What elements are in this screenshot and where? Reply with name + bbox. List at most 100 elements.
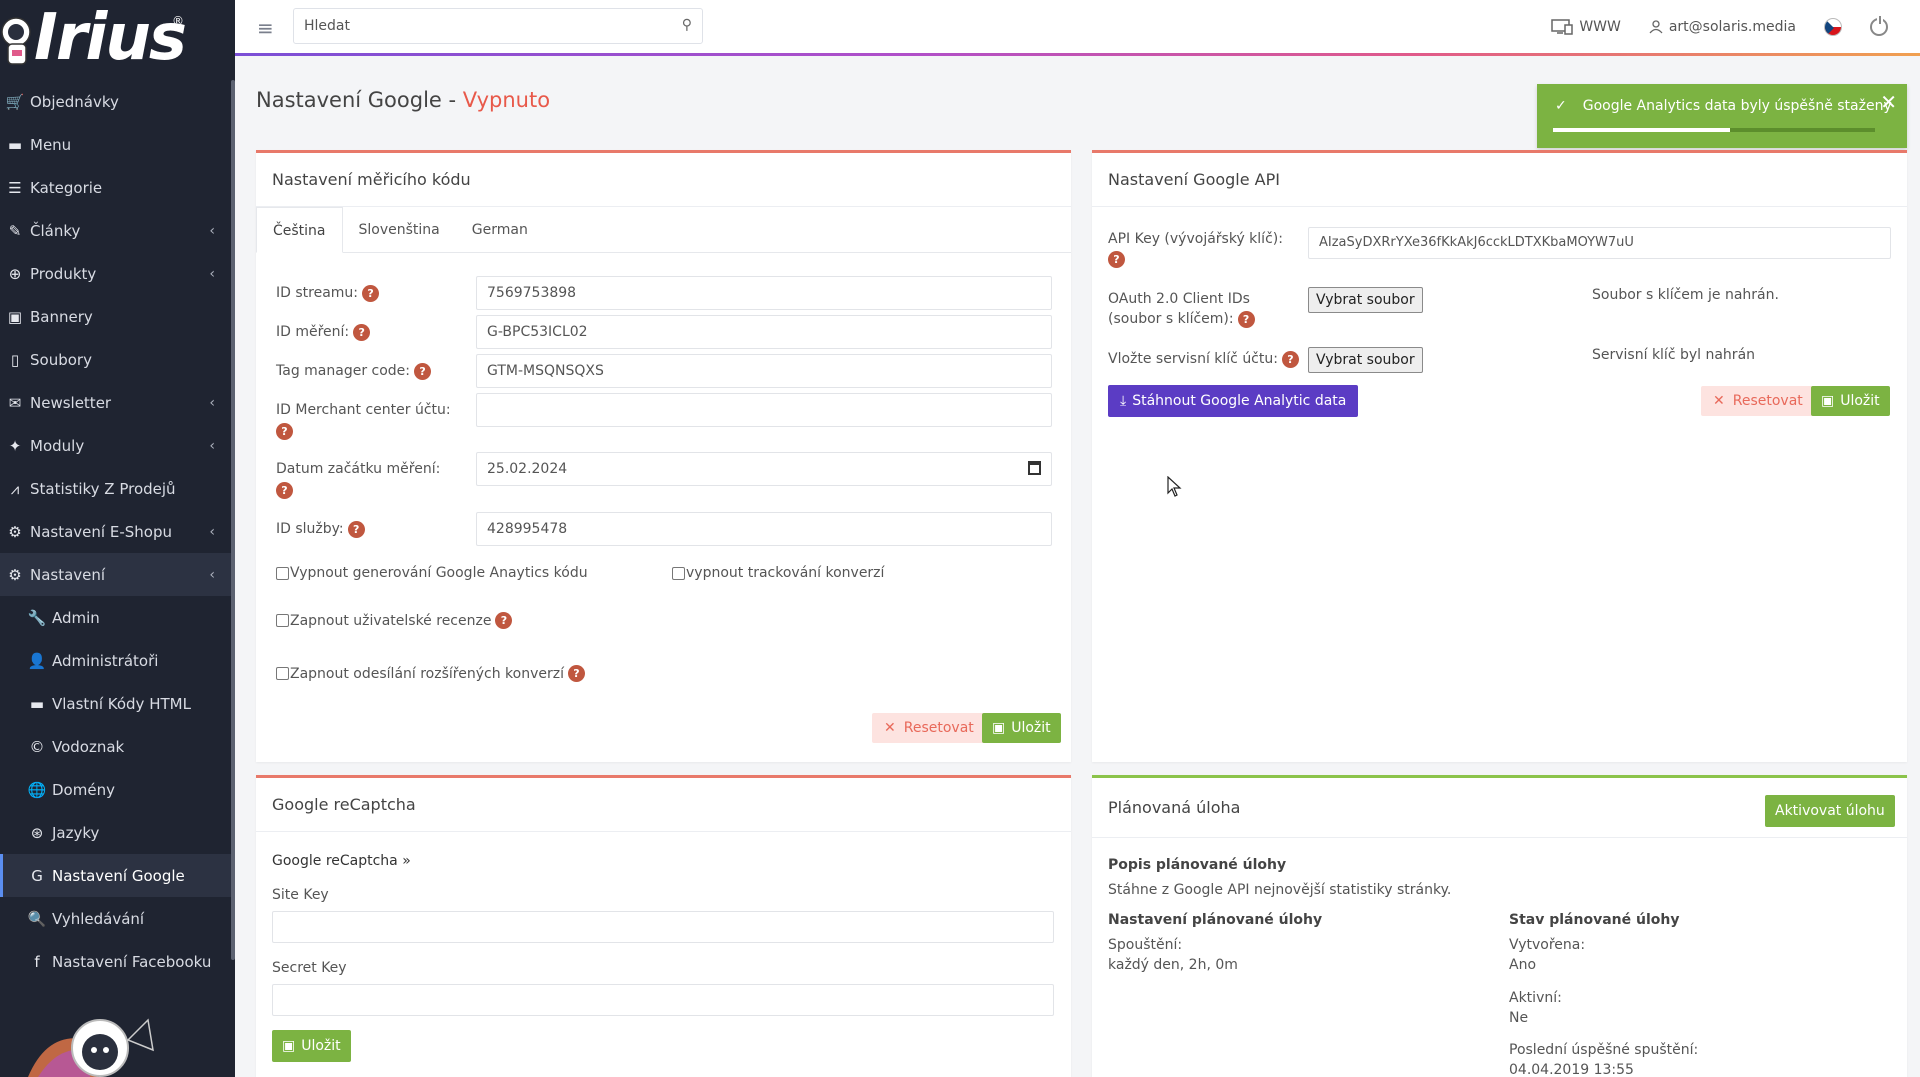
help-icon[interactable]: ? [414, 362, 432, 380]
sidebar-subitem-vyhled-v-n-[interactable]: 🔍 Vyhledávání [0, 897, 235, 940]
merchant-label: ID Merchant center účtu: [276, 402, 451, 418]
reset-button[interactable]: ✕ Resetovat [872, 713, 986, 743]
site-key-input[interactable] [272, 911, 1054, 943]
user-link[interactable]: art@solaris.media [1649, 19, 1796, 35]
help-icon[interactable]: ? [1281, 350, 1299, 368]
power-icon[interactable] [1870, 16, 1888, 36]
sidebar-item--l-nky[interactable]: ✎ Články ‹ [0, 209, 235, 252]
sidebar-subitem-label: Jazyky [52, 823, 100, 842]
sidebar-item-label: Menu [30, 135, 72, 154]
sidebar-scrollbar[interactable] [231, 80, 235, 960]
sidebar-subitem-nastaven-google[interactable]: G Nastavení Google [0, 854, 235, 897]
sidebar-subitem-administr-to-i[interactable]: 👤 Administrátoři [0, 639, 235, 682]
enable-ext-conv-checkbox[interactable] [276, 667, 289, 680]
tab-cestina[interactable]: Čeština [256, 207, 343, 253]
task-desc-text: Stáhne z Google API nejnovější statistik… [1108, 882, 1452, 898]
sidebar-item-statistiky-z-prodej-[interactable]: ⩘ Statistiky Z Prodejů [0, 467, 235, 510]
help-icon[interactable]: ? [1237, 310, 1255, 328]
calendar-icon[interactable] [1028, 461, 1041, 475]
sidebar-item-menu[interactable]: ▬ Menu [0, 123, 235, 166]
merchant-input[interactable] [476, 393, 1052, 427]
download-analytics-button[interactable]: ⤓ Stáhnout Google Analytic data [1108, 385, 1359, 417]
sidebar-subitem-admin[interactable]: 🔧 Admin [0, 596, 235, 639]
wrench-icon: 🔧 [27, 608, 47, 627]
help-icon[interactable]: ? [362, 284, 380, 302]
start-date-input[interactable]: 25.02.2024 [476, 452, 1052, 486]
sidebar-item-produkty[interactable]: ⊕ Produkty ‹ [0, 252, 235, 295]
save-icon: ▣ [1821, 393, 1835, 409]
sidebar-subitem-vodoznak[interactable]: © Vodoznak [0, 725, 235, 768]
api-save-button[interactable]: ▣ Uložit [1811, 386, 1890, 416]
dribbble-icon: ⊕ [8, 264, 22, 283]
sidebar-subitem-dom-ny[interactable]: 🌐 Domény [0, 768, 235, 811]
recaptcha-save-button[interactable]: ▣ Uložit [272, 1030, 351, 1062]
sidebar-item-moduly[interactable]: ✦ Moduly ‹ [0, 424, 235, 467]
sidebar-subitem-jazyky[interactable]: ⊛ Jazyky [0, 811, 235, 854]
chevron-left-icon: ‹ [209, 222, 215, 239]
api-reset-button[interactable]: ✕ Resetovat [1701, 386, 1815, 416]
merchant-row: ID Merchant center účtu:? [276, 393, 1056, 443]
sidebar-item-objedn-vky[interactable]: 🛒 Objednávky [0, 80, 235, 123]
sidebar-item-kategorie[interactable]: ☰ Kategorie [0, 166, 235, 209]
reset-label: Resetovat [903, 720, 974, 736]
activate-task-button[interactable]: Aktivovat úlohu [1765, 795, 1895, 827]
help-icon[interactable]: ? [1108, 250, 1125, 268]
measure-id-input[interactable]: G-BPC53ICL02 [476, 315, 1052, 349]
logo[interactable]: Irius ® [0, 0, 235, 80]
czech-flag-icon[interactable] [1824, 18, 1842, 36]
search-input[interactable] [294, 9, 654, 43]
close-icon[interactable]: ✕ [1880, 90, 1897, 114]
image-icon: ▣ [7, 307, 23, 326]
oauth-choose-file-button[interactable]: Vybrat soubor [1308, 287, 1423, 313]
api-key-input[interactable]: AIzaSyDXRrYXe36fKkAkJ6cckLDTXKbaMOYW7uU [1308, 227, 1891, 259]
stream-id-input[interactable]: 7569753898 [476, 276, 1052, 310]
www-link[interactable]: WWW [1551, 19, 1621, 35]
sidebar-nav: 🛒 Objednávky ▬ Menu ☰ Kategorie ✎ Články ‹ ⊕ Produ… [0, 80, 235, 983]
service-key-choose-file-button[interactable]: Vybrat soubor [1308, 347, 1423, 373]
disable-conv-checkbox[interactable] [672, 566, 685, 580]
search-icon[interactable]: ⚲ [682, 17, 692, 33]
tab-slovenstina[interactable]: Slovenština [343, 207, 456, 252]
sidebar-item-nastaven-[interactable]: ⚙ Nastavení ‹ [0, 553, 235, 596]
disable-ga-checkbox[interactable] [276, 566, 289, 580]
stream-id-row: ID streamu:? 7569753898 [276, 276, 1056, 310]
help-icon[interactable]: ? [276, 423, 293, 440]
help-icon[interactable]: ? [347, 520, 365, 538]
topbar-actions: WWW art@solaris.media [1551, 0, 1920, 54]
site-key-label: Site Key [272, 887, 329, 903]
enable-ext-conv-checkbox-row: Zapnout odesílání rozšířených konverzí? [276, 665, 585, 682]
sidebar-subitem-label: Administrátoři [52, 651, 159, 670]
save-icon: ▣ [992, 720, 1006, 736]
sidebar-subitem-vlastn-k-dy-html[interactable]: ▬ Vlastní Kódy HTML [0, 682, 235, 725]
enable-reviews-checkbox[interactable] [276, 614, 289, 627]
save-button[interactable]: ▣ Uložit [982, 713, 1061, 743]
service-id-row: ID služby:? 428995478 [276, 512, 1056, 546]
sidebar-item-label: Bannery [30, 307, 93, 326]
hamburger-menu-icon[interactable]: ≡ [257, 16, 274, 40]
recaptcha-link[interactable]: Google reCaptcha » [272, 851, 411, 871]
tab-german[interactable]: German [456, 207, 544, 252]
sidebar-item-bannery[interactable]: ▣ Bannery [0, 295, 235, 338]
measure-card-title: Nastavení měřicího kódu [256, 153, 1071, 207]
tag-manager-input[interactable]: GTM-MSQNSQXS [476, 354, 1052, 388]
help-icon[interactable]: ? [567, 665, 585, 682]
sidebar-item-nastaven-e-shopu[interactable]: ⚙ Nastavení E-Shopu ‹ [0, 510, 235, 553]
tag-manager-label: Tag manager code: [276, 363, 411, 379]
logo-text: Irius [34, 1, 187, 75]
help-icon[interactable]: ? [495, 612, 513, 629]
sidebar-item-newsletter[interactable]: ✉ Newsletter ‹ [0, 381, 235, 424]
help-icon[interactable]: ? [353, 323, 371, 341]
task-run-label: Spouštění: [1108, 937, 1183, 953]
page-title-state: Vypnuto [462, 88, 551, 112]
sidebar-subitem-nastaven-facebooku[interactable]: f Nastavení Facebooku [0, 940, 235, 983]
enable-reviews-label: Zapnout uživatelské recenze [290, 612, 492, 629]
secret-key-input[interactable] [272, 984, 1054, 1016]
language-icon: ⊛ [30, 823, 44, 842]
start-date-row: Datum začátku měření:? 25.02.2024 [276, 452, 1056, 502]
cogs-icon: ⚙ [8, 522, 22, 541]
sidebar-item-soubory[interactable]: ▯ Soubory [0, 338, 235, 381]
start-date-value: 25.02.2024 [487, 461, 568, 477]
service-id-input[interactable]: 428995478 [476, 512, 1052, 546]
cogs-icon: ⚙ [8, 565, 22, 584]
help-icon[interactable]: ? [276, 482, 293, 499]
